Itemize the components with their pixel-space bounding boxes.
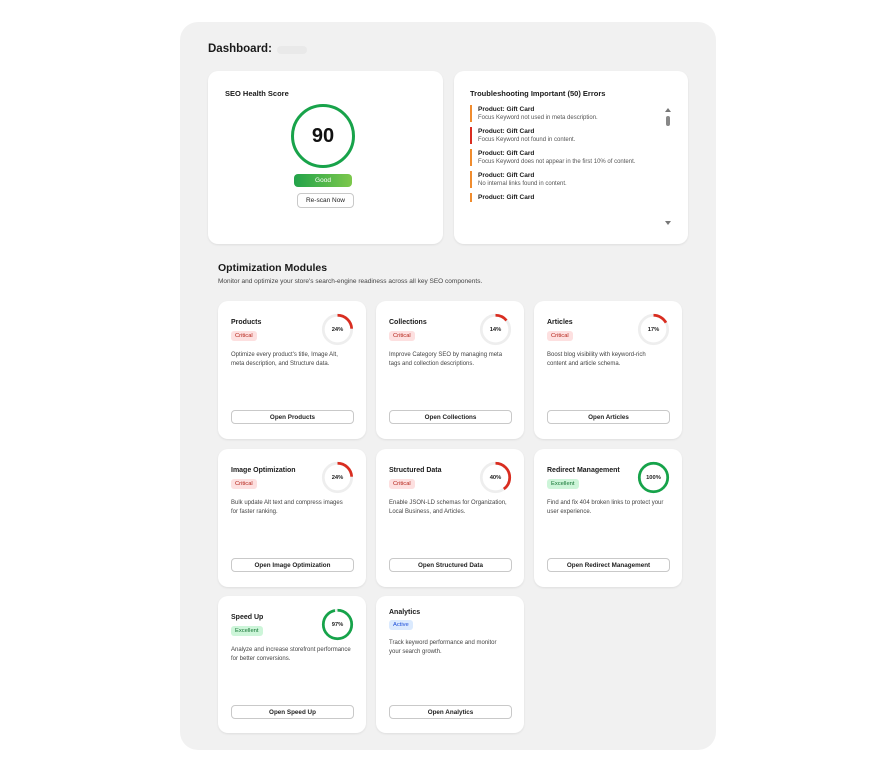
- open-products-button[interactable]: Open Products: [231, 410, 354, 424]
- errors-list[interactable]: Product: Gift Card Focus Keyword not use…: [470, 105, 656, 207]
- module-progress-value: 14%: [489, 326, 502, 333]
- module-progress-value: 24%: [331, 326, 344, 333]
- page-title: Dashboard:: [208, 43, 272, 55]
- module-status-badge: Critical: [389, 479, 415, 489]
- module-progress-ring: 97%: [321, 608, 354, 641]
- module-status-badge: Critical: [547, 331, 573, 341]
- module-title: Products: [231, 319, 262, 326]
- modules-section-title: Optimization Modules: [218, 262, 328, 274]
- module-card-analytics: Analytics Active Track keyword performan…: [376, 596, 524, 733]
- errors-title: Troubleshooting Important (50) Errors: [470, 89, 606, 98]
- module-card-speed-up: Speed Up Excellent 97% Analyze and incre…: [218, 596, 366, 733]
- error-item-title: Product: Gift Card: [478, 106, 535, 113]
- module-title: Collections: [389, 319, 427, 326]
- seo-health-title: SEO Health Score: [225, 89, 289, 98]
- module-progress-ring: 100%: [637, 461, 670, 494]
- module-description: Improve Category SEO by managing meta ta…: [389, 352, 503, 367]
- module-title: Analytics: [389, 609, 421, 616]
- error-item-title: Product: Gift Card: [478, 128, 535, 135]
- error-item[interactable]: Product: Gift Card No internal links fou…: [470, 171, 656, 188]
- error-item-title: Product: Gift Card: [478, 150, 535, 157]
- module-progress-value: 100%: [646, 474, 661, 481]
- error-item[interactable]: Product: Gift Card Focus Keyword not fou…: [470, 127, 656, 144]
- module-progress-value: 97%: [331, 621, 344, 628]
- dashboard-frame: Dashboard: SEO Health Score 90 Good Re-s…: [180, 22, 716, 750]
- error-item-title: Product: Gift Card: [478, 194, 535, 201]
- modules-section-desc: Monitor and optimize your store's search…: [218, 278, 483, 285]
- open-articles-button[interactable]: Open Articles: [547, 410, 670, 424]
- error-severity-bar: [470, 193, 472, 202]
- module-title: Articles: [547, 319, 573, 326]
- module-description: Bulk update Alt text and compress images…: [231, 500, 343, 515]
- module-title: Image Optimization: [231, 467, 296, 474]
- store-name-blurred: [277, 46, 307, 54]
- error-severity-bar: [470, 171, 472, 188]
- module-description: Find and fix 404 broken links to protect…: [547, 500, 664, 515]
- error-item-title: Product: Gift Card: [478, 172, 535, 179]
- seo-score-circle: 90: [291, 104, 355, 168]
- open-collections-button[interactable]: Open Collections: [389, 410, 512, 424]
- module-progress-value: 17%: [647, 326, 660, 333]
- module-progress-ring: 24%: [321, 313, 354, 346]
- error-item-desc: Focus Keyword not used in meta descripti…: [478, 115, 598, 121]
- module-status-badge: Critical: [389, 331, 415, 341]
- open-image-optimization-button[interactable]: Open Image Optimization: [231, 558, 354, 572]
- errors-card: Troubleshooting Important (50) Errors Pr…: [454, 71, 688, 244]
- rescan-button[interactable]: Re-scan Now: [297, 193, 354, 208]
- open-speed-up-button[interactable]: Open Speed Up: [231, 705, 354, 719]
- module-card-redirect-management: Redirect Management Excellent 100% Find …: [534, 449, 682, 587]
- module-title: Speed Up: [231, 614, 264, 621]
- module-status-badge: Critical: [231, 331, 257, 341]
- module-card-image-optimization: Image Optimization Critical 24% Bulk upd…: [218, 449, 366, 587]
- seo-status-badge: Good: [294, 174, 352, 187]
- module-status-badge: Active: [389, 620, 413, 630]
- error-severity-bar: [470, 105, 472, 122]
- scroll-up-arrow-icon[interactable]: [665, 108, 671, 112]
- error-item-desc: No internal links found in content.: [478, 181, 567, 187]
- module-card-structured-data: Structured Data Critical 40% Enable JSON…: [376, 449, 524, 587]
- module-progress-ring: 24%: [321, 461, 354, 494]
- module-status-badge: Critical: [231, 479, 257, 489]
- open-structured-data-button[interactable]: Open Structured Data: [389, 558, 512, 572]
- open-redirect-management-button[interactable]: Open Redirect Management: [547, 558, 670, 572]
- module-description: Enable JSON-LD schemas for Organization,…: [389, 500, 507, 515]
- error-item-desc: Focus Keyword does not appear in the fir…: [478, 159, 636, 165]
- error-severity-bar: [470, 127, 472, 144]
- module-card-collections: Collections Critical 14% Improve Categor…: [376, 301, 524, 439]
- error-item[interactable]: Product: Gift Card: [470, 193, 656, 202]
- module-description: Analyze and increase storefront performa…: [231, 647, 351, 662]
- module-card-products: Products Critical 24% Optimize every pro…: [218, 301, 366, 439]
- module-status-badge: Excellent: [547, 479, 579, 489]
- scrollbar-thumb[interactable]: [666, 116, 670, 126]
- error-severity-bar: [470, 149, 472, 166]
- module-description: Optimize every product's title, Image Al…: [231, 352, 338, 367]
- module-progress-ring: 17%: [637, 313, 670, 346]
- module-description: Track keyword performance and monitor yo…: [389, 640, 497, 655]
- module-progress-ring: 14%: [479, 313, 512, 346]
- module-progress-value: 24%: [331, 474, 344, 481]
- seo-health-card: SEO Health Score 90 Good Re-scan Now: [208, 71, 443, 244]
- module-title: Redirect Management: [547, 467, 620, 474]
- module-card-articles: Articles Critical 17% Boost blog visibil…: [534, 301, 682, 439]
- module-progress-ring: 40%: [479, 461, 512, 494]
- module-title: Structured Data: [389, 467, 442, 474]
- module-description: Boost blog visibility with keyword-rich …: [547, 352, 646, 367]
- error-item[interactable]: Product: Gift Card Focus Keyword not use…: [470, 105, 656, 122]
- error-item[interactable]: Product: Gift Card Focus Keyword does no…: [470, 149, 656, 166]
- open-analytics-button[interactable]: Open Analytics: [389, 705, 512, 719]
- module-status-badge: Excellent: [231, 626, 263, 636]
- error-item-desc: Focus Keyword not found in content.: [478, 137, 576, 143]
- scroll-down-arrow-icon[interactable]: [665, 221, 671, 225]
- module-progress-value: 40%: [489, 474, 502, 481]
